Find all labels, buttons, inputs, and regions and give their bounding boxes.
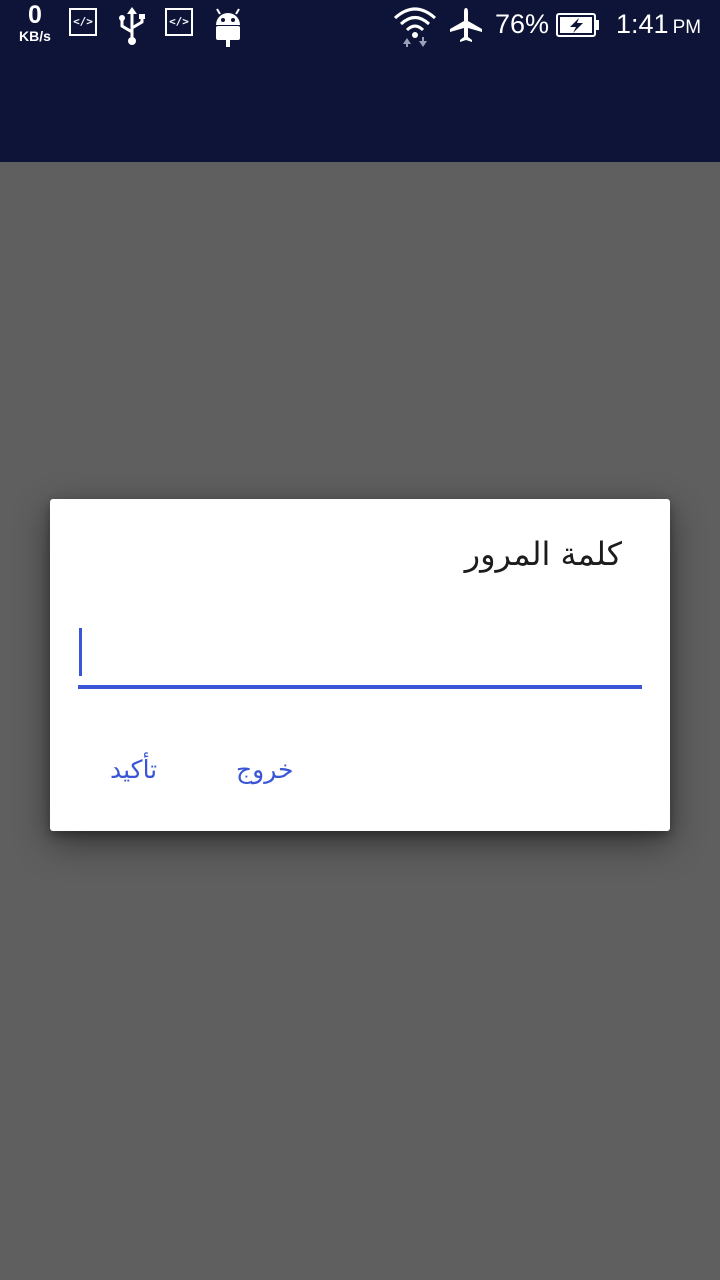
app-bar [0,50,720,162]
network-speed-unit: KB/s [19,28,51,44]
wifi-icon [393,7,437,47]
text-cursor [79,628,82,676]
android-icon [216,8,240,47]
airplane-mode-icon [450,8,482,42]
clock-time: 1:41 [616,9,669,39]
confirm-button[interactable]: تأكيد [110,755,157,784]
usb-icon [119,7,145,45]
dialog-title: كلمة المرور [464,535,622,573]
battery-charging-icon [556,13,599,37]
network-speed: 0 KB/s [12,1,58,44]
code-icon: </> [165,8,193,36]
status-bar: 0 KB/s </> </> 76% 1:41 PM [0,0,720,50]
battery-percent: 76% [495,9,550,39]
clock: 1:41 PM [616,9,701,40]
exit-button[interactable]: خروج [236,755,293,784]
password-dialog: كلمة المرور خروج تأكيد [50,499,670,831]
password-input[interactable] [78,625,642,689]
network-speed-value: 0 [28,1,42,29]
code-icon: </> [69,8,97,36]
clock-ampm: PM [672,17,702,38]
